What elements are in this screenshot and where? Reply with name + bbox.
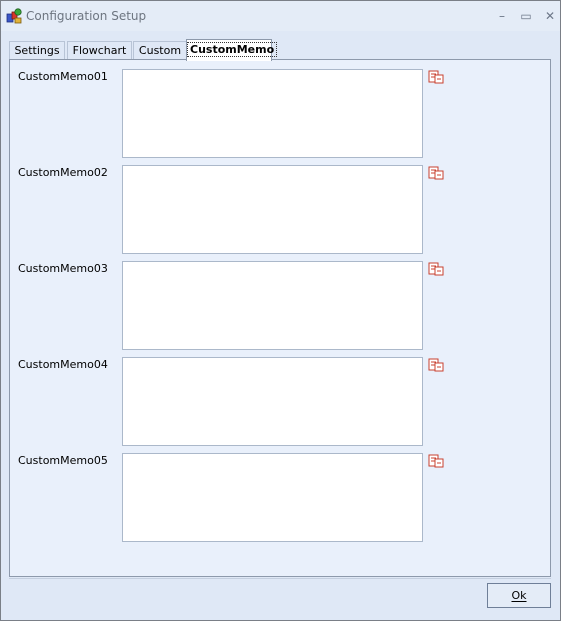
- memo-field-05[interactable]: [122, 453, 423, 542]
- maximize-button[interactable]: ▭: [517, 7, 535, 25]
- tab-label: CustomMemo: [187, 42, 278, 57]
- memo-label-05: CustomMemo05: [18, 454, 108, 467]
- tab-label: Custom: [138, 44, 182, 57]
- memo-edit-icon[interactable]: [428, 70, 444, 84]
- memo-label-04: CustomMemo04: [18, 358, 108, 371]
- config-window: Configuration Setup – ▭ ✕ Settings Flowc…: [0, 0, 561, 621]
- ok-button[interactable]: Ok: [487, 583, 551, 608]
- window-title: Configuration Setup: [26, 9, 147, 23]
- memo-field-03[interactable]: [122, 261, 423, 350]
- memo-label-02: CustomMemo02: [18, 166, 108, 179]
- memo-edit-icon[interactable]: [428, 358, 444, 372]
- tab-label: Flowchart: [72, 44, 127, 57]
- title-bar[interactable]: Configuration Setup – ▭ ✕: [1, 1, 560, 31]
- memo-field-02[interactable]: [122, 165, 423, 254]
- tab-custom[interactable]: Custom: [133, 41, 187, 60]
- minimize-button[interactable]: –: [493, 7, 511, 25]
- tab-custommemo[interactable]: CustomMemo: [186, 39, 278, 61]
- memo-field-04[interactable]: [122, 357, 423, 446]
- memo-edit-icon[interactable]: [428, 166, 444, 180]
- tab-label: Settings: [14, 44, 60, 57]
- memo-label-03: CustomMemo03: [18, 262, 108, 275]
- footer-divider: [9, 578, 551, 579]
- memo-edit-icon[interactable]: [428, 262, 444, 276]
- app-icon: [6, 8, 22, 24]
- tab-flowchart[interactable]: Flowchart: [67, 41, 132, 60]
- tab-page-custommemo: CustomMemo01 CustomMemo02 CustomMemo03 C…: [9, 59, 551, 577]
- memo-field-01[interactable]: [122, 69, 423, 158]
- memo-label-01: CustomMemo01: [18, 70, 108, 83]
- close-button[interactable]: ✕: [541, 7, 559, 25]
- tab-settings[interactable]: Settings: [9, 41, 65, 60]
- memo-edit-icon[interactable]: [428, 454, 444, 468]
